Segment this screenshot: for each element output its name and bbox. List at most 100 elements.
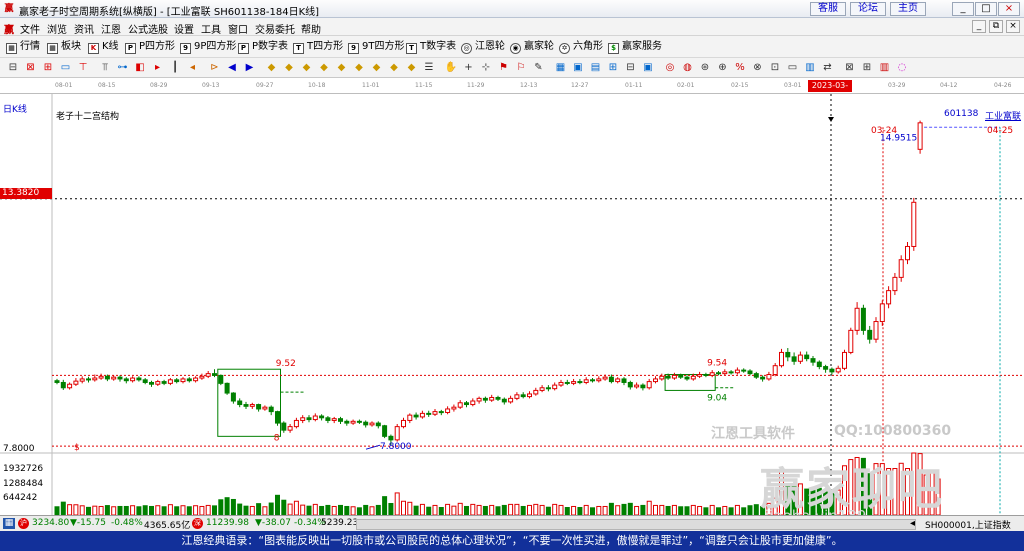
candle [230,392,236,402]
volume-bar [489,504,495,515]
loop-icon[interactable]: ◌ [895,61,909,75]
toolbar-winner-service[interactable]: $ 赢家服务 [608,40,662,54]
volume-bar [608,502,614,515]
menu-browse[interactable]: 浏览 [47,21,67,36]
rows-icon[interactable]: ▤ [589,61,603,75]
box-icon[interactable]: ⊞ [606,61,620,75]
flag-icon[interactable]: ⚑ [497,61,511,75]
multi-icon[interactable]: ⫪ [98,61,112,75]
addbox-icon[interactable]: ⊞ [860,61,874,75]
dot-icon[interactable]: ⊡ [768,61,782,75]
frame-icon[interactable]: ▭ [59,61,73,75]
save-icon[interactable]: ▣ [641,61,655,75]
last-icon[interactable]: ▶ [243,61,257,75]
menu-tools[interactable]: 工具 [201,21,221,36]
grid-icon[interactable]: ▦ [3,518,15,529]
menu-formula-select[interactable]: 公式选股 [128,21,168,36]
diamond-icon[interactable]: ◆ [282,61,296,75]
toolbar-kline[interactable]: K K线 [88,40,119,54]
menu-gann[interactable]: 江恩 [101,21,121,36]
mdi-close-button[interactable]: × [1006,20,1020,33]
diamond-icon[interactable]: ◆ [352,61,366,75]
volume-bar [426,506,432,515]
link-icon[interactable]: ⊶ [116,61,130,75]
split-icon[interactable]: ⊞ [41,61,55,75]
mdi-restore-button[interactable]: ⧉ [989,20,1003,33]
menu-info[interactable]: 资讯 [74,21,94,36]
percent-icon[interactable]: % [733,61,747,75]
diamond-icon[interactable]: ◆ [317,61,331,75]
forum-link[interactable]: 论坛 [850,2,886,16]
flag-icon[interactable]: ⚐ [514,61,528,75]
toolbar-quotes[interactable]: ▦ 行情 [6,40,40,54]
axis-icon[interactable]: ⊤ [76,61,90,75]
toolbar-t-table[interactable]: T T数字表 [406,40,456,54]
candle [155,381,161,385]
swap-icon[interactable]: ⇄ [821,61,835,75]
candle [615,378,621,383]
menu-file[interactable]: 文件 [20,21,40,36]
window-icon[interactable]: ⊠ [24,61,38,75]
menu-settings[interactable]: 设置 [174,21,194,36]
panel-icon[interactable]: ◧ [133,61,147,75]
calc-icon[interactable]: ⊠ [843,61,857,75]
circle-icon[interactable]: ◎ [663,61,677,75]
cross2-icon[interactable]: ⊗ [751,61,765,75]
grid-icon[interactable]: ▦ [554,61,568,75]
menu-window[interactable]: 窗口 [228,21,248,36]
kline-chart[interactable]: 9.5289.549.047.800014.951503-24 04-25$ [0,94,1024,515]
bars2-icon[interactable]: ▥ [878,61,892,75]
cross-icon[interactable]: ⊹ [479,61,493,75]
diamond-icon[interactable]: ◆ [335,61,349,75]
toolbar-t-square[interactable]: T T四方形 [293,40,343,54]
diamond-icon[interactable]: ◆ [300,61,314,75]
cursor-icon[interactable]: ┃ [168,61,182,75]
volume-bar [300,504,306,515]
diamond-icon[interactable]: ◆ [370,61,384,75]
toolbar-sectors[interactable]: ▦ 板块 [47,40,81,54]
circle2-icon[interactable]: ◍ [681,61,695,75]
toolbar-p-square[interactable]: P P四方形 [125,40,175,54]
bars-icon[interactable]: ▥ [803,61,817,75]
mdi-minimize-button[interactable]: _ [972,20,986,33]
plus-icon[interactable]: ⊕ [716,61,730,75]
toolbar-9t-square[interactable]: 9 9T四方形 [348,40,404,54]
star-icon[interactable]: ⊛ [698,61,712,75]
menu-help[interactable]: 帮助 [301,21,321,36]
candle [218,374,224,384]
toolbar-p-table[interactable]: P P数字表 [238,40,288,54]
horizontal-scrollbar[interactable] [356,519,916,530]
toolbar-winner-wheel[interactable]: ◉ 赢家轮 [510,40,554,54]
layout-icon[interactable]: ⊟ [6,61,20,75]
toolbar-9p-square[interactable]: 9 9P四方形 [180,40,236,54]
toolbar-hexagon[interactable]: ✡ 六角形 [559,40,603,54]
homepage-link[interactable]: 主页 [890,2,926,16]
list-icon[interactable]: ☰ [422,61,436,75]
customer-service-link[interactable]: 客服 [810,2,846,16]
next-icon[interactable]: ▸ [151,61,165,75]
toolbar-gann-wheel[interactable]: ◎ 江恩轮 [461,40,505,54]
hand-icon[interactable]: ✋ [444,61,458,75]
range-box [217,368,282,437]
minimize-button[interactable]: _ [952,2,974,16]
index-selector[interactable]: SH000001,上证指数 [925,518,1011,531]
candle [457,402,463,408]
crosshair-icon[interactable]: + [462,61,476,75]
diamond-icon[interactable]: ◆ [265,61,279,75]
diamond-icon[interactable]: ◆ [387,61,401,75]
close-button[interactable]: × [998,2,1020,16]
volume-bar [356,507,362,515]
pen-icon[interactable]: ✎ [532,61,546,75]
menu-trade[interactable]: 交易委托 [255,21,295,36]
minus-icon[interactable]: ⊟ [624,61,638,75]
prev-icon[interactable]: ◂ [186,61,200,75]
first-icon[interactable]: ◀ [225,61,239,75]
maximize-button[interactable]: □ [975,2,997,16]
period-label[interactable]: 日K线 [3,102,27,115]
forward-icon[interactable]: ⊳ [208,61,222,75]
table-icon[interactable]: ▣ [571,61,585,75]
rect-icon[interactable]: ▭ [786,61,800,75]
diamond-icon[interactable]: ◆ [405,61,419,75]
stock-name[interactable]: 工业富联 [985,109,1021,122]
candle [482,397,488,401]
